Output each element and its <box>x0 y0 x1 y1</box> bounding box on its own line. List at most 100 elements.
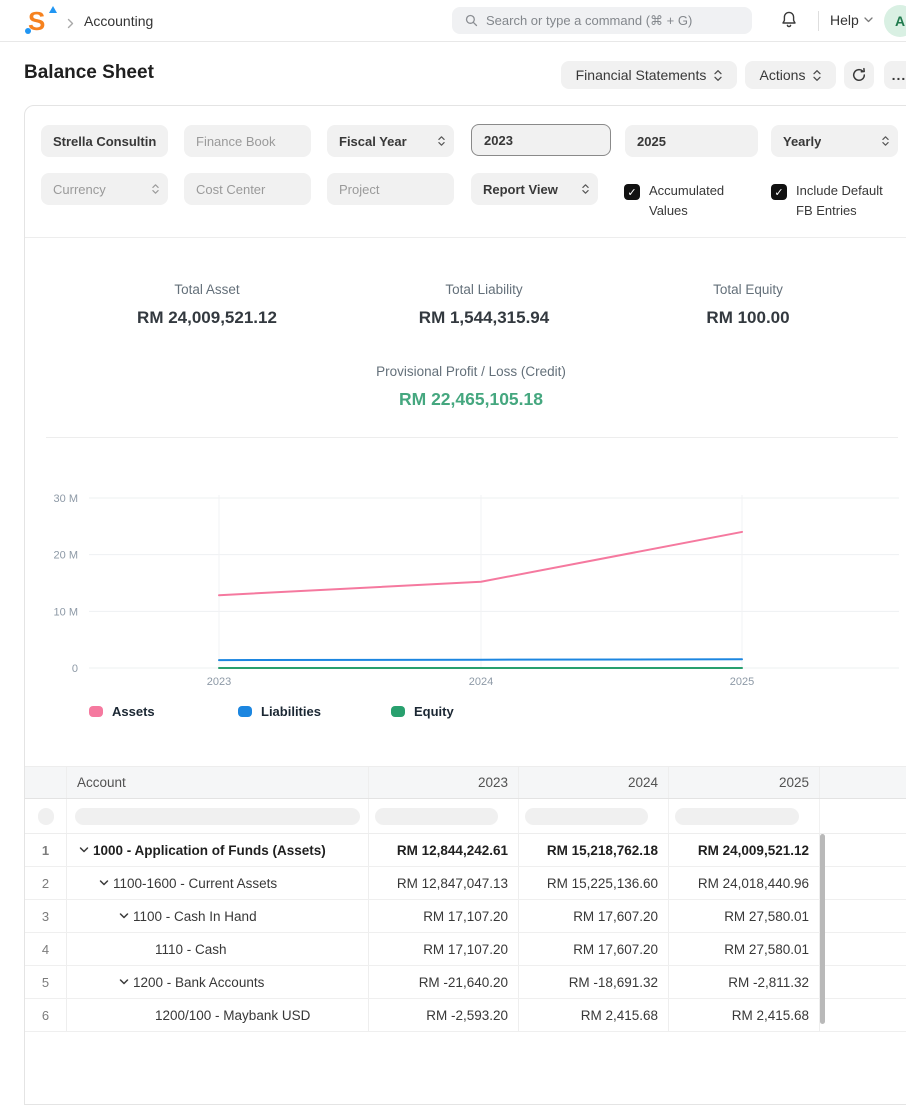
row-number: 5 <box>25 966 67 998</box>
project-filter[interactable]: Project <box>327 173 454 205</box>
page-title: Balance Sheet <box>24 62 154 84</box>
amount-cell: RM 17,107.20 <box>369 933 519 965</box>
amount-cell: RM 2,415.68 <box>669 999 820 1031</box>
row-number: 3 <box>25 900 67 932</box>
header-filler <box>820 767 906 798</box>
amount-cell: RM 17,107.20 <box>369 900 519 932</box>
row-number: 2 <box>25 867 67 899</box>
avatar[interactable]: A <box>884 5 906 37</box>
row-number-header <box>25 767 67 798</box>
year-filter-input[interactable] <box>375 808 498 825</box>
report-table: Account 2023 2024 2025 11000 - Applicati… <box>25 766 906 1032</box>
legend-equity: Equity <box>391 704 454 719</box>
account-cell: 1200/100 - Maybank USD <box>67 999 369 1031</box>
legend-marker-icon <box>391 706 405 717</box>
search-icon <box>465 14 478 27</box>
year-column-header[interactable]: 2024 <box>519 767 669 798</box>
table-vertical-scrollbar[interactable] <box>820 834 825 1024</box>
account-cell: 1100-1600 - Current Assets <box>67 867 369 899</box>
amount-cell: RM 27,580.01 <box>669 900 820 932</box>
table-row[interactable]: 21100-1600 - Current AssetsRM 12,847,047… <box>25 867 906 900</box>
select-caret-icon <box>438 135 445 147</box>
total-equity-summary: Total Equity RM 100.00 <box>706 282 789 328</box>
select-caret-icon <box>813 69 821 82</box>
finance-book-filter[interactable]: Finance Book <box>184 125 311 157</box>
actions-button[interactable]: Actions <box>745 61 836 89</box>
row-number-filter-input[interactable] <box>38 808 54 825</box>
table-row[interactable]: 41110 - CashRM 17,107.20RM 17,607.20RM 2… <box>25 933 906 966</box>
svg-text:30 M: 30 M <box>54 493 78 505</box>
navbar: S Accounting Search or type a command (⌘… <box>0 0 906 42</box>
account-cell: 1000 - Application of Funds (Assets) <box>67 834 369 866</box>
year-filter-input[interactable] <box>525 808 648 825</box>
provisional-value: RM 22,465,105.18 <box>376 389 566 410</box>
svg-text:0: 0 <box>72 663 78 675</box>
amount-cell: RM 12,847,047.13 <box>369 867 519 899</box>
include-default-fb-entries-checkbox[interactable]: ✓ Include Default FB Entries <box>771 181 896 221</box>
search-input[interactable]: Search or type a command (⌘ + G) <box>452 7 752 34</box>
svg-text:10 M: 10 M <box>54 606 78 618</box>
select-caret-icon <box>582 183 589 195</box>
year-filter-input[interactable] <box>675 808 799 825</box>
select-caret-icon <box>152 183 159 195</box>
cost-center-filter[interactable]: Cost Center <box>184 173 311 205</box>
filters-section: Strella Consulting Finance Book Fiscal Y… <box>25 106 906 238</box>
end-year-input[interactable]: 2025 <box>625 125 758 157</box>
amount-cell: RM -18,691.32 <box>519 966 669 998</box>
row-number: 6 <box>25 999 67 1031</box>
search-placeholder: Search or type a command (⌘ + G) <box>486 13 692 29</box>
checkbox-checked-icon: ✓ <box>771 184 787 200</box>
checkbox-checked-icon: ✓ <box>624 184 640 200</box>
company-filter[interactable]: Strella Consulting <box>41 125 168 157</box>
account-filter-input[interactable] <box>75 808 360 825</box>
legend-assets: Assets <box>89 704 155 719</box>
row-number: 4 <box>25 933 67 965</box>
report-card: Strella Consulting Finance Book Fiscal Y… <box>24 105 906 1105</box>
balance-line-chart: 010 M20 M30 M202320242025 <box>25 468 906 700</box>
table-row[interactable]: 51200 - Bank AccountsRM -21,640.20RM -18… <box>25 966 906 999</box>
notifications-bell-icon[interactable] <box>780 10 798 35</box>
summary-section: Total Asset RM 24,009,521.12 Total Liabi… <box>25 238 906 438</box>
chevron-right-icon <box>66 16 75 34</box>
amount-cell: RM -21,640.20 <box>369 966 519 998</box>
amount-cell: RM 24,018,440.96 <box>669 867 820 899</box>
periodicity-select[interactable]: Yearly <box>771 125 898 157</box>
report-view-select[interactable]: Report View <box>471 173 598 205</box>
expand-chevron-icon[interactable] <box>79 846 89 854</box>
row-number: 1 <box>25 834 67 866</box>
refresh-button[interactable] <box>844 61 874 89</box>
select-caret-icon <box>714 69 722 82</box>
legend-marker-icon <box>89 706 103 717</box>
table-filter-row <box>25 799 906 834</box>
amount-cell: RM 17,607.20 <box>519 933 669 965</box>
currency-select[interactable]: Currency <box>41 173 168 205</box>
help-menu[interactable]: Help <box>830 12 873 28</box>
table-row[interactable]: 11000 - Application of Funds (Assets)RM … <box>25 834 906 867</box>
account-cell: 1200 - Bank Accounts <box>67 966 369 998</box>
amount-cell: RM 12,844,242.61 <box>369 834 519 866</box>
start-year-input[interactable]: 2023 <box>471 124 611 156</box>
fiscal-year-select[interactable]: Fiscal Year <box>327 125 454 157</box>
provisional-profit-loss-summary: Provisional Profit / Loss (Credit) RM 22… <box>376 364 566 410</box>
amount-cell: RM 27,580.01 <box>669 933 820 965</box>
year-column-header[interactable]: 2023 <box>369 767 519 798</box>
accumulated-values-checkbox[interactable]: ✓ Accumulated Values <box>624 181 736 221</box>
account-column-header[interactable]: Account <box>67 767 369 798</box>
table-row[interactable]: 61200/100 - Maybank USDRM -2,593.20 RM 2,… <box>25 999 906 1032</box>
table-row[interactable]: 31100 - Cash In HandRM 17,107.20RM 17,60… <box>25 900 906 933</box>
breadcrumb[interactable]: Accounting <box>84 13 153 29</box>
navbar-divider <box>818 11 819 31</box>
account-cell: 1100 - Cash In Hand <box>67 900 369 932</box>
more-menu-button[interactable]: ... <box>884 61 906 89</box>
year-column-header[interactable]: 2025 <box>669 767 820 798</box>
expand-chevron-icon[interactable] <box>119 912 129 920</box>
financial-statements-button[interactable]: Financial Statements <box>561 61 737 89</box>
svg-text:2025: 2025 <box>730 676 754 688</box>
amount-cell: RM 17,607.20 <box>519 900 669 932</box>
amount-cell: RM -2,593.20 <box>369 999 519 1031</box>
app-logo-icon[interactable]: S <box>28 5 54 37</box>
expand-chevron-icon[interactable] <box>99 879 109 887</box>
expand-chevron-icon[interactable] <box>119 978 129 986</box>
select-caret-icon <box>882 135 889 147</box>
svg-text:2024: 2024 <box>469 676 493 688</box>
